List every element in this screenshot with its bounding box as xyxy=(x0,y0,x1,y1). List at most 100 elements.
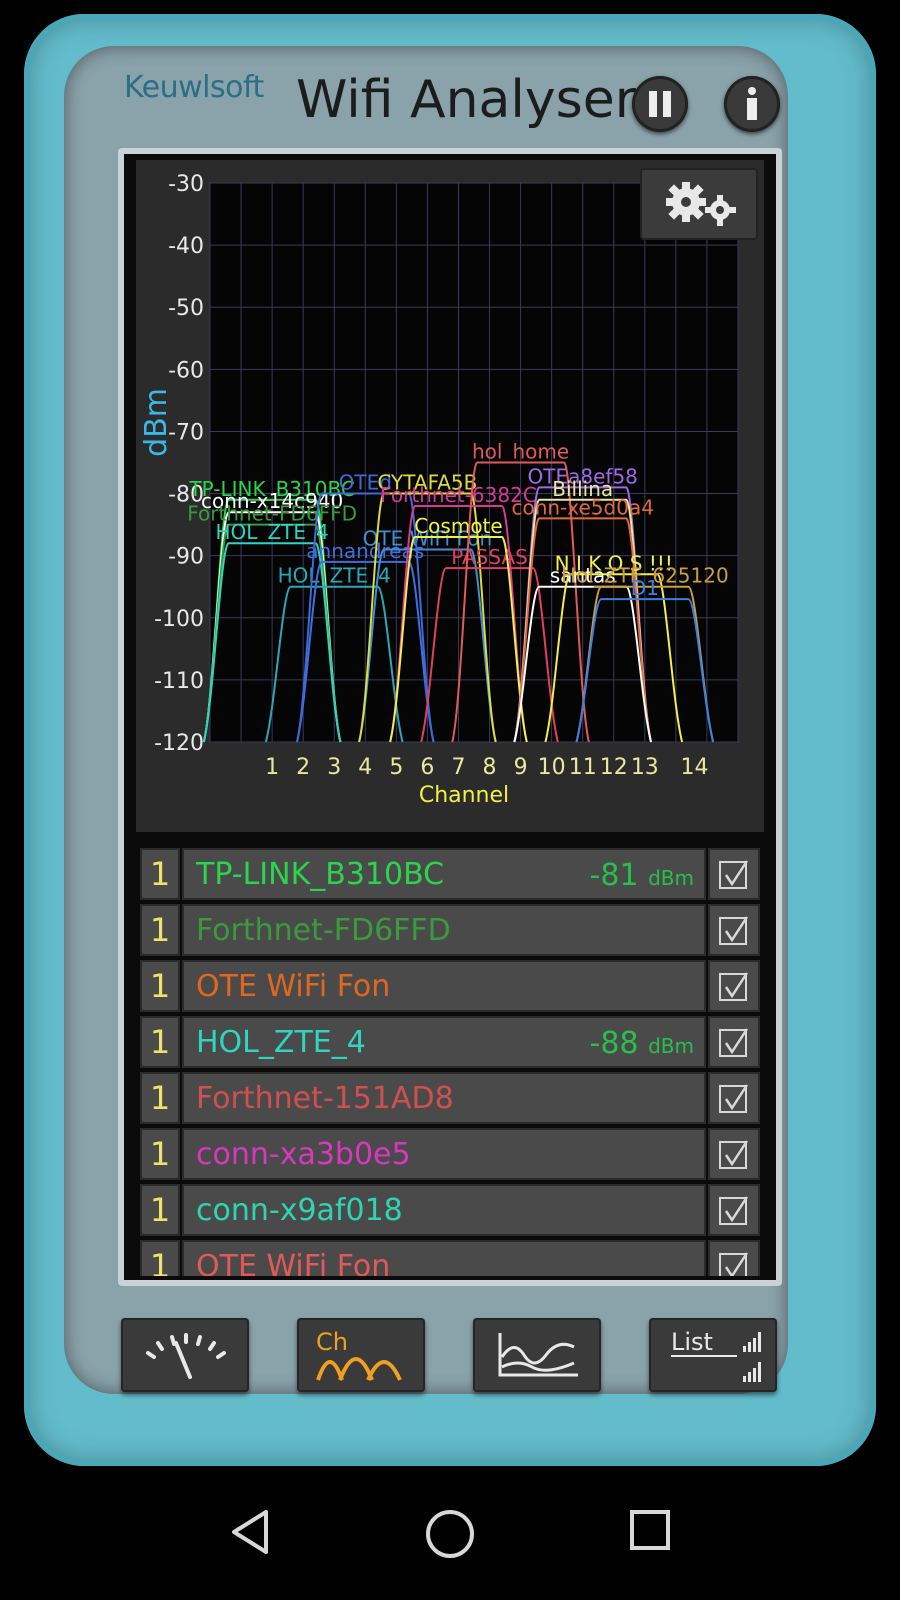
y-tick-label: -100 xyxy=(154,607,204,632)
network-level-unit: dBm xyxy=(648,866,694,890)
series-label: D1 xyxy=(631,576,659,600)
channel-chart-panel: -30 -40 -50 -60 -70 -80 -90 -100 -110 -120 1 2 3 4 5 6 7… xyxy=(136,160,764,832)
network-list[interactable]: 1 TP-LINK_B310BC -81 dBm 1 Forthnet-FD6FFD 1 O… xyxy=(136,848,764,1276)
network-checkbox[interactable] xyxy=(708,1184,760,1236)
x-axis-label: Channel xyxy=(419,783,509,808)
time-graph-button[interactable] xyxy=(473,1318,601,1392)
network-row[interactable]: 1 conn-x9af018 xyxy=(140,1184,760,1236)
network-checkbox[interactable] xyxy=(708,848,760,900)
network-row[interactable]: 1 TP-LINK_B310BC -81 dBm xyxy=(140,848,760,900)
signal-meter-button[interactable] xyxy=(121,1318,249,1392)
network-ssid-text: conn-x9af018 xyxy=(196,1192,403,1228)
network-ssid-text: Forthnet-FD6FFD xyxy=(196,912,451,948)
network-channel: 1 xyxy=(140,1184,180,1236)
info-icon xyxy=(747,87,757,120)
network-ssid: HOL_ZTE_4 -88 dBm xyxy=(182,1016,706,1068)
x-tick-label: 8 xyxy=(483,755,497,780)
network-ssid: TP-LINK_B310BC -81 dBm xyxy=(182,848,706,900)
series-label: Cosmote xyxy=(414,514,503,538)
checkbox-checked-icon xyxy=(719,860,749,889)
y-tick-label: -30 xyxy=(168,172,204,197)
network-ssid-text: Forthnet-151AD8 xyxy=(196,1080,454,1116)
network-ssid: Forthnet-151AD8 xyxy=(182,1072,706,1124)
settings-button[interactable] xyxy=(640,168,758,240)
network-ssid-text: HOL_ZTE_4 xyxy=(196,1024,366,1060)
series-label: PASSAS xyxy=(451,545,528,569)
y-axis-label: dBm xyxy=(139,388,174,457)
pause-button[interactable] xyxy=(632,76,688,132)
network-level: -88 dBm xyxy=(590,1026,694,1061)
x-tick-label: 11 xyxy=(569,755,597,780)
y-tick-label: -90 xyxy=(168,545,204,570)
network-ssid: OTE WiFi Fon xyxy=(182,1240,706,1276)
channel-graph-button[interactable]: Ch xyxy=(297,1318,425,1392)
x-tick-label: 6 xyxy=(420,755,434,780)
x-tick-label: 7 xyxy=(451,755,465,780)
network-row[interactable]: 1 Forthnet-151AD8 xyxy=(140,1072,760,1124)
y-tick-label: -40 xyxy=(168,234,204,259)
y-tick-label: -50 xyxy=(168,296,204,321)
time-graph-icon xyxy=(498,1333,578,1377)
network-level: -81 dBm xyxy=(590,858,694,893)
checkbox-checked-icon xyxy=(719,1028,749,1057)
network-checkbox[interactable] xyxy=(708,1128,760,1180)
x-tick-label: 4 xyxy=(358,755,372,780)
network-channel: 1 xyxy=(140,1128,180,1180)
list-icon: List xyxy=(671,1328,761,1382)
svg-text:Ch: Ch xyxy=(316,1328,348,1356)
network-channel: 1 xyxy=(140,960,180,1012)
checkbox-checked-icon xyxy=(719,1196,749,1225)
network-channel: 1 xyxy=(140,1016,180,1068)
network-row[interactable]: 1 OTE WiFi Fon xyxy=(140,960,760,1012)
nav-back-button[interactable] xyxy=(228,1508,272,1560)
signal-meter-icon xyxy=(146,1333,226,1379)
network-channel: 1 xyxy=(140,904,180,956)
svg-text:List: List xyxy=(671,1328,713,1356)
network-row[interactable]: 1 Forthnet-FD6FFD xyxy=(140,904,760,956)
network-level-unit: dBm xyxy=(648,1034,694,1058)
back-triangle-icon xyxy=(232,1510,268,1554)
y-tick-label: -110 xyxy=(154,669,204,694)
network-checkbox[interactable] xyxy=(708,1016,760,1068)
network-checkbox[interactable] xyxy=(708,904,760,956)
nav-home-button[interactable] xyxy=(424,1508,476,1564)
network-row[interactable]: 1 HOL_ZTE_4 -88 dBm xyxy=(140,1016,760,1068)
network-channel: 1 xyxy=(140,1072,180,1124)
channel-chart: -30-40-50-60-70-80-90-100-110-1201 2 3 4 5 6 7… xyxy=(139,172,739,808)
nav-recents-button[interactable] xyxy=(628,1508,672,1556)
network-level-value: -88 xyxy=(589,1026,639,1061)
checkbox-checked-icon xyxy=(719,1140,749,1169)
network-ssid-text: conn-xa3b0e5 xyxy=(196,1136,411,1172)
network-level-value: -81 xyxy=(589,858,639,893)
network-row[interactable]: 1 OTE WiFi Fon xyxy=(140,1240,760,1276)
x-tick-label: 3 xyxy=(327,755,341,780)
x-tick-label: 12 xyxy=(600,755,628,780)
info-button[interactable] xyxy=(724,76,780,132)
y-tick-label: -120 xyxy=(154,731,204,756)
recents-square-icon xyxy=(630,1510,670,1550)
pause-icon xyxy=(649,91,671,117)
series-label: hol_home xyxy=(472,440,569,464)
network-channel: 1 xyxy=(140,1240,180,1276)
series-label: conn-xe5d0a4 xyxy=(511,495,653,519)
x-tick-label: 1 xyxy=(265,755,279,780)
network-checkbox[interactable] xyxy=(708,1072,760,1124)
x-tick-label: 10 xyxy=(538,755,566,780)
checkbox-checked-icon xyxy=(719,1252,749,1276)
y-tick-label: -60 xyxy=(168,358,204,383)
checkbox-checked-icon xyxy=(719,972,749,1001)
network-ssid-text: TP-LINK_B310BC xyxy=(196,856,445,892)
network-channel: 1 xyxy=(140,848,180,900)
network-row[interactable]: 1 conn-xa3b0e5 xyxy=(140,1128,760,1180)
network-checkbox[interactable] xyxy=(708,1240,760,1276)
network-ssid: conn-xa3b0e5 xyxy=(182,1128,706,1180)
network-ssid-text: OTE WiFi Fon xyxy=(196,1248,391,1277)
x-tick-label: 5 xyxy=(389,755,403,780)
list-view-button[interactable]: List xyxy=(649,1318,777,1392)
checkbox-checked-icon xyxy=(719,916,749,945)
network-ssid: OTE WiFi Fon xyxy=(182,960,706,1012)
home-circle-icon xyxy=(426,1510,474,1558)
network-checkbox[interactable] xyxy=(708,960,760,1012)
network-ssid-text: OTE WiFi Fon xyxy=(196,968,391,1004)
x-tick-label: 9 xyxy=(514,755,528,780)
